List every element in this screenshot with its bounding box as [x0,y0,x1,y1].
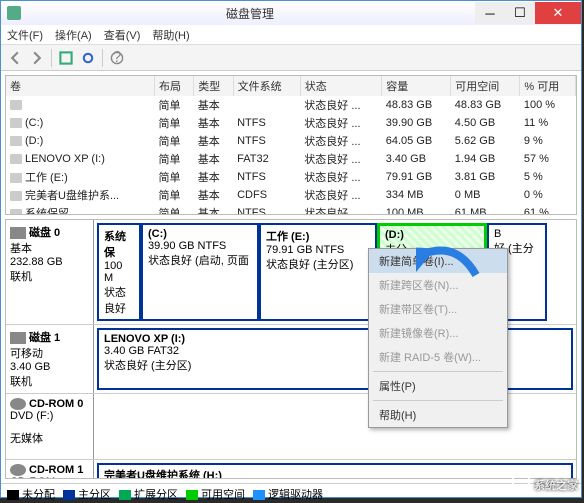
back-button[interactable] [5,48,25,68]
titlebar: 磁盘管理 ─ ☐ ✕ [1,1,581,25]
volume-icon [10,118,22,128]
volume-icon [10,136,22,146]
volume-icon [10,173,22,183]
maximize-button[interactable]: ☐ [505,2,535,24]
app-icon [7,6,21,20]
partition[interactable]: 系统保100 M状态良好 [97,223,141,321]
forward-button[interactable] [27,48,47,68]
watermark: 系统之家 [512,476,578,494]
volume-icon [10,100,22,110]
column-header[interactable]: 状态 [300,76,381,96]
column-header[interactable]: 类型 [194,76,233,96]
window-title: 磁盘管理 [25,5,475,22]
table-row[interactable]: (C:)简单基本NTFS状态良好 ...39.90 GB4.50 GB11 % [6,114,576,132]
table-row[interactable]: 工作 (E:)简单基本NTFS状态良好 ...79.91 GB3.81 GB5 … [6,168,576,186]
disk-management-window: 磁盘管理 ─ ☐ ✕ 文件(F) 操作(A) 查看(V) 帮助(H) ? 卷布局… [0,0,582,498]
svg-text:?: ? [113,51,122,65]
menu-new-raid5-volume: 新建 RAID-5 卷(W)... [369,345,507,369]
disk-icon [10,227,26,239]
house-icon [512,476,530,494]
table-row[interactable]: 简单基本状态良好 ...48.83 GB48.83 GB100 % [6,96,576,114]
table-row[interactable]: 完美者U盘维护系...简单基本CDFS状态良好 ...334 MB0 MB0 % [6,186,576,204]
legend: 未分配 主分区 扩展分区 可用空间 逻辑驱动器 [1,483,581,503]
cdrom-row-1: CD-ROM 1 CD-ROM 完美者U盘维护系统 (H:) [6,460,576,479]
menu-file[interactable]: 文件(F) [7,27,43,43]
table-row[interactable]: LENOVO XP (I:)简单基本FAT32状态良好 ...3.40 GB1.… [6,150,576,168]
menu-help[interactable]: 帮助(H) [152,27,189,43]
help-button[interactable]: ? [107,48,127,68]
volume-icon [10,191,22,201]
toolbar: ? [1,45,581,71]
volume-icon [10,209,22,215]
menu-action[interactable]: 操作(A) [55,27,92,43]
volume-table: 卷布局类型文件系统状态容量可用空间% 可用 简单基本状态良好 ...48.83 … [5,75,577,215]
column-header[interactable]: 文件系统 [233,76,300,96]
volume-icon [10,154,22,164]
menubar: 文件(F) 操作(A) 查看(V) 帮助(H) [1,25,581,45]
arrow-annotation [416,230,486,280]
partition[interactable]: (C:)39.90 GB NTFS状态良好 (启动, 页面 [141,223,259,321]
menu-new-mirror-volume: 新建镜像卷(R)... [369,321,507,345]
disk-map: 磁盘 0 基本 232.88 GB 联机 系统保100 M状态良好 (C:)39… [5,219,577,479]
refresh-button[interactable] [56,48,76,68]
column-header[interactable]: 卷 [6,76,155,96]
disk-icon [10,332,26,344]
table-row[interactable]: 系统保留简单基本NTFS状态良好 ...100 MB61 MB61 % [6,204,576,215]
minimize-button[interactable]: ─ [475,2,505,24]
menu-new-striped-volume: 新建带区卷(T)... [369,297,507,321]
settings-button[interactable] [78,48,98,68]
table-row[interactable]: (D:)简单基本NTFS状态良好 ...64.05 GB5.62 GB9 % [6,132,576,150]
menu-view[interactable]: 查看(V) [104,27,141,43]
cd-icon [10,464,26,476]
column-header[interactable]: 可用空间 [451,76,520,96]
column-header[interactable]: 布局 [155,76,194,96]
menu-help[interactable]: 帮助(H) [369,403,507,427]
column-header[interactable]: % 可用 [520,76,576,96]
close-button[interactable]: ✕ [535,2,581,24]
column-header[interactable]: 容量 [382,76,451,96]
partition[interactable]: 完美者U盘维护系统 (H:) [97,463,573,479]
partition[interactable]: 工作 (E:)79.91 GB NTFS状态良好 (主分区) [259,223,377,321]
cd-icon [10,398,26,410]
menu-properties[interactable]: 属性(P) [369,374,507,398]
